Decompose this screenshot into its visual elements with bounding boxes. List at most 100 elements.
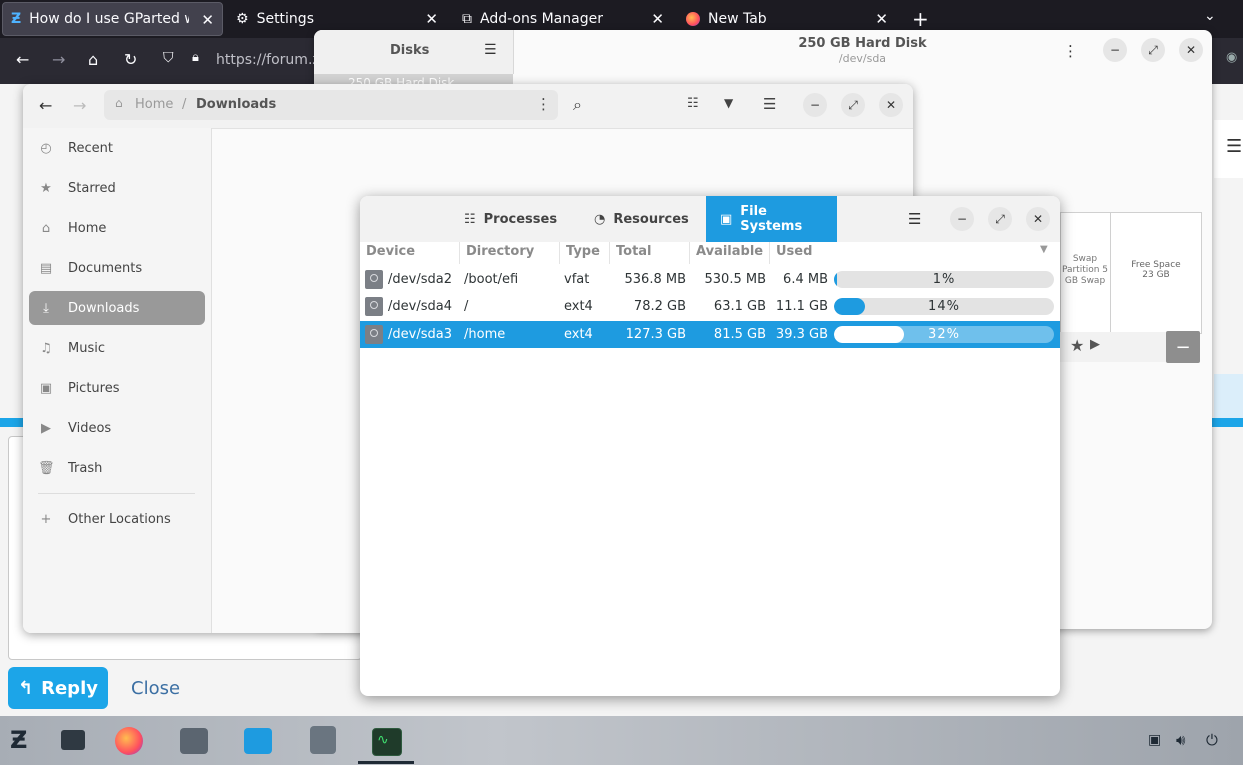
shield-icon[interactable]: ⛉ bbox=[163, 50, 174, 66]
home-icon[interactable]: ⌂ bbox=[88, 50, 98, 69]
sidebar-item-trash[interactable]: 🗑︎ Trash bbox=[29, 451, 205, 485]
minimize-button[interactable]: − bbox=[950, 207, 974, 231]
forward-icon[interactable]: → bbox=[73, 96, 86, 115]
forward-icon[interactable]: → bbox=[52, 50, 65, 69]
table-row-selected[interactable]: /dev/sda3 /home ext4 127.3 GB 81.5 GB 39… bbox=[360, 321, 1060, 348]
sidebar-item-downloads[interactable]: ⤓ Downloads bbox=[29, 291, 205, 325]
monitor-headerbar: ☷ Processes ◔ Resources ▣ File Systems ☰ − … bbox=[360, 196, 1060, 242]
tab-processes[interactable]: ☷ Processes bbox=[450, 196, 571, 242]
new-tab-button[interactable]: + bbox=[912, 7, 929, 31]
disks-sidebar-header: Disks ☰ bbox=[314, 30, 514, 74]
home-icon: ⌂ bbox=[41, 220, 51, 236]
close-tab-icon[interactable]: ✕ bbox=[875, 10, 888, 28]
chevron-down-icon[interactable]: ⌄ bbox=[1204, 8, 1216, 24]
cell-total: 78.2 GB bbox=[633, 299, 686, 314]
cell-type: ext4 bbox=[564, 299, 593, 314]
close-button[interactable]: ✕ bbox=[879, 93, 903, 117]
back-icon[interactable]: ← bbox=[16, 50, 29, 69]
kebab-menu-icon[interactable]: ⋮ bbox=[536, 95, 551, 113]
url-field[interactable]: https://forum.z bbox=[216, 52, 320, 68]
sidebar-item-music[interactable]: ♫ Music bbox=[29, 331, 205, 365]
sidebar-item-pictures[interactable]: ▣ Pictures bbox=[29, 371, 205, 405]
column-header-directory[interactable]: Directory bbox=[460, 242, 560, 264]
view-options-chevron-icon[interactable]: ▼ bbox=[724, 96, 733, 110]
zorin-menu-icon[interactable]: Ƶ bbox=[10, 726, 27, 754]
gear-icon: ⚙ bbox=[236, 11, 249, 27]
close-button[interactable]: ✕ bbox=[1026, 207, 1050, 231]
tab-resources[interactable]: ◔ Resources bbox=[580, 196, 703, 242]
workspaces-icon[interactable] bbox=[61, 730, 85, 750]
table-row[interactable]: /dev/sda2 /boot/efi vfat 536.8 MB 530.5 … bbox=[360, 266, 1060, 293]
software-store-icon[interactable] bbox=[244, 728, 272, 754]
column-header-total[interactable]: Total bbox=[610, 242, 690, 264]
tab-file-systems[interactable]: ▣ File Systems bbox=[706, 196, 837, 242]
minimize-button[interactable]: − bbox=[803, 93, 827, 117]
power-icon[interactable]: ⏻ bbox=[1206, 731, 1218, 749]
remove-partition-button[interactable]: − bbox=[1166, 331, 1200, 363]
search-icon[interactable]: ⌕ bbox=[573, 95, 582, 115]
sidebar-item-starred[interactable]: ★ Starred bbox=[29, 171, 205, 205]
cell-type: ext4 bbox=[564, 327, 593, 342]
column-header-type[interactable]: Type bbox=[560, 242, 610, 264]
minimize-icon: − bbox=[1109, 43, 1121, 57]
hamburger-menu-icon[interactable]: ☰ bbox=[484, 42, 497, 58]
cell-device: /dev/sda3 bbox=[388, 327, 452, 342]
back-icon[interactable]: ← bbox=[39, 96, 52, 115]
cell-available: 81.5 GB bbox=[713, 327, 766, 342]
browser-tab-gparted[interactable]: Ƶ How do I use GParted with ✕ bbox=[2, 2, 223, 36]
hamburger-menu-icon[interactable]: ☰ bbox=[1226, 136, 1242, 157]
list-view-icon[interactable]: ☷ bbox=[687, 96, 699, 111]
files-icon[interactable] bbox=[180, 728, 208, 754]
sidebar-item-other-locations[interactable]: + Other Locations bbox=[29, 502, 205, 536]
close-link[interactable]: Close bbox=[131, 678, 180, 699]
column-header-used[interactable]: Used bbox=[770, 242, 1060, 264]
hamburger-menu-icon[interactable]: ☰ bbox=[763, 95, 776, 113]
free-space-segment[interactable]: Free Space 23 GB bbox=[1110, 212, 1201, 332]
free-space-label: Free Space bbox=[1131, 260, 1181, 270]
maximize-button[interactable]: ⤢ bbox=[1141, 38, 1165, 62]
drive-icon bbox=[365, 325, 383, 344]
play-icon[interactable]: ▶ bbox=[1090, 337, 1100, 352]
reload-icon[interactable]: ↻ bbox=[124, 50, 137, 69]
firefox-icon[interactable] bbox=[115, 727, 143, 755]
sidebar-item-documents[interactable]: ▤ Documents bbox=[29, 251, 205, 285]
cell-directory: /home bbox=[464, 327, 506, 342]
cell-used: 6.4 MB bbox=[783, 272, 828, 287]
close-button[interactable]: ✕ bbox=[1179, 38, 1203, 62]
column-header-available[interactable]: Available bbox=[690, 242, 770, 264]
reply-button[interactable]: ↰ Reply bbox=[8, 667, 108, 709]
kebab-menu-icon[interactable]: ⋮ bbox=[1063, 42, 1078, 60]
download-icon: ⤓ bbox=[43, 300, 49, 316]
processes-icon: ☷ bbox=[464, 211, 476, 227]
system-monitor-icon[interactable]: ∿ bbox=[372, 728, 402, 756]
maximize-button[interactable]: ⤢ bbox=[988, 207, 1012, 231]
extension-icon[interactable]: ◉ bbox=[1226, 50, 1237, 65]
maximize-button[interactable]: ⤢ bbox=[841, 93, 865, 117]
hamburger-menu-icon[interactable]: ☰ bbox=[908, 210, 921, 228]
sidebar-item-label: Recent bbox=[68, 140, 113, 156]
close-icon: ✕ bbox=[885, 98, 897, 112]
usage-percent: 1% bbox=[932, 272, 956, 287]
path-home[interactable]: Home bbox=[135, 97, 173, 112]
close-tab-icon[interactable]: ✕ bbox=[651, 10, 664, 28]
table-row[interactable]: /dev/sda4 / ext4 78.2 GB 63.1 GB 11.1 GB… bbox=[360, 293, 1060, 320]
path-current[interactable]: Downloads bbox=[196, 97, 276, 112]
sort-chevron-icon[interactable]: ▼ bbox=[1040, 244, 1048, 255]
close-tab-icon[interactable]: ✕ bbox=[425, 10, 438, 28]
lock-icon[interactable]: 🔒︎ bbox=[192, 50, 199, 65]
minimize-button[interactable]: − bbox=[1103, 38, 1127, 62]
swap-partition-label[interactable]: Swap Partition 5 GB Swap bbox=[1060, 254, 1110, 287]
volume-icon[interactable]: 🔊︎ bbox=[1176, 731, 1185, 749]
column-header-device[interactable]: Device bbox=[360, 242, 460, 264]
cell-used: 39.3 GB bbox=[775, 327, 828, 342]
notifications-icon[interactable]: ▣ bbox=[1148, 732, 1161, 748]
disks-icon[interactable] bbox=[310, 726, 336, 754]
disks-sidebar-title: Disks bbox=[390, 43, 430, 58]
cell-total: 536.8 MB bbox=[624, 272, 686, 287]
clock-icon: ◴ bbox=[40, 140, 52, 156]
sidebar-item-home[interactable]: ⌂ Home bbox=[29, 211, 205, 245]
sidebar-item-videos[interactable]: ▶ Videos bbox=[29, 411, 205, 445]
close-tab-icon[interactable]: ✕ bbox=[201, 11, 214, 29]
sidebar-item-recent[interactable]: ◴ Recent bbox=[29, 131, 205, 165]
star-icon[interactable]: ★ bbox=[1070, 336, 1084, 355]
